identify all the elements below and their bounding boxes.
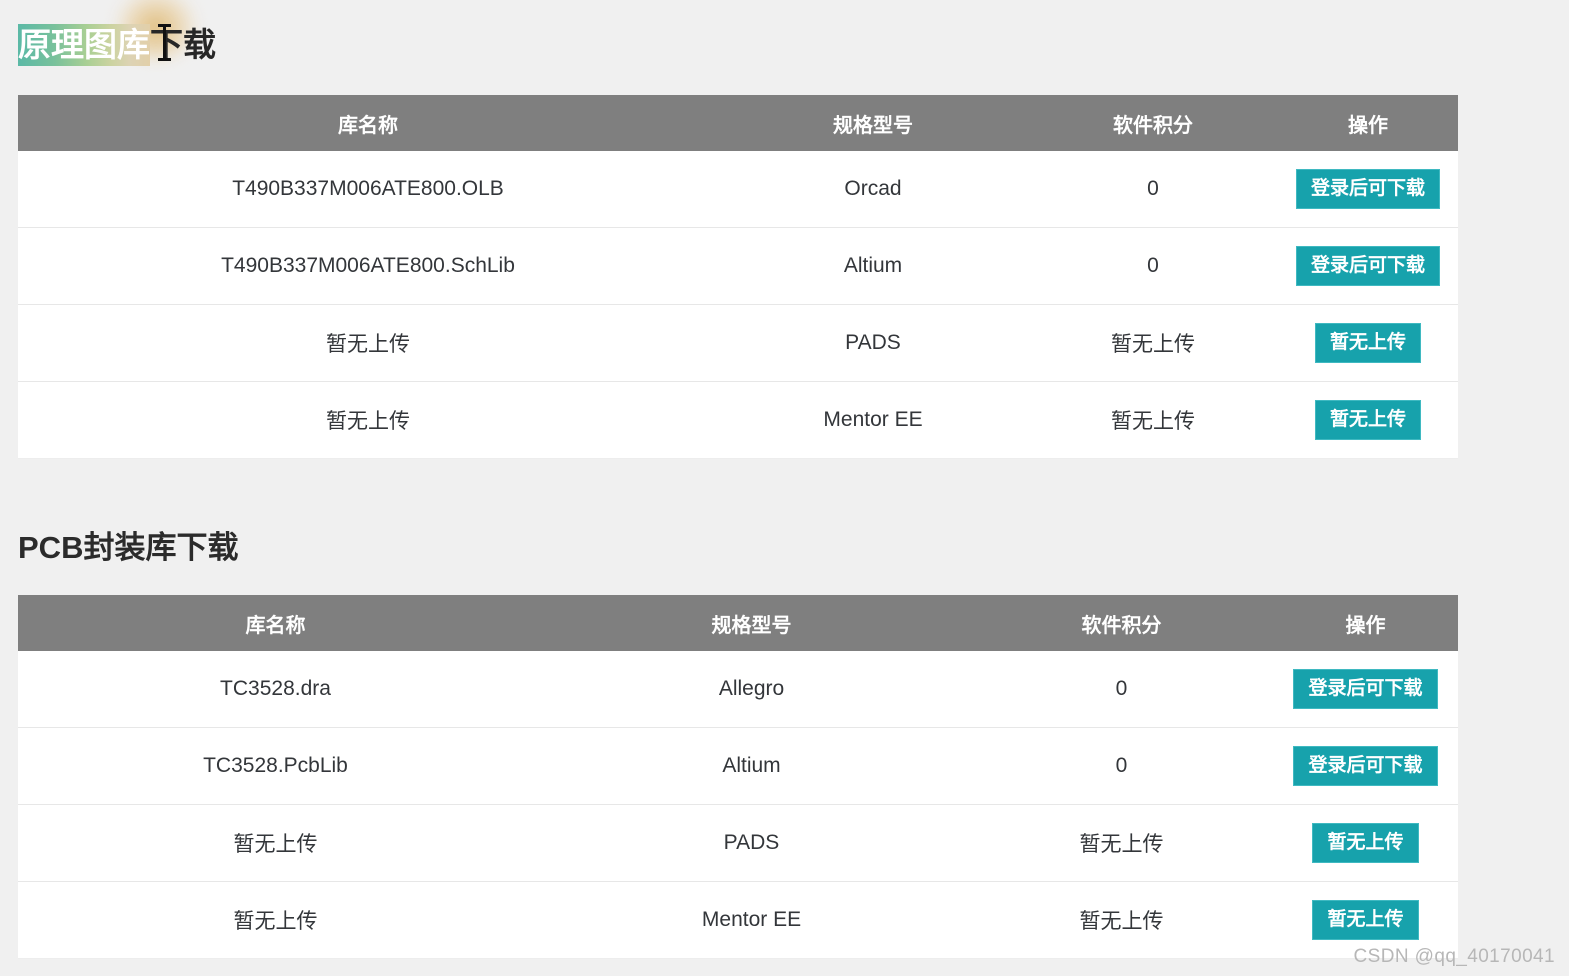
download-button[interactable]: 登录后可下载: [1293, 669, 1438, 709]
table-header-row: 库名称 规格型号 软件积分 操作: [18, 595, 1458, 651]
column-header-software-points: 软件积分: [970, 595, 1273, 651]
cell-library-name: 暂无上传: [18, 381, 718, 459]
no-upload-button[interactable]: 暂无上传: [1312, 900, 1419, 940]
cell-software-points: 0: [970, 651, 1273, 728]
schematic-library-table-card: 库名称 规格型号 软件积分 操作 T490B337M006ATE800.OLB …: [18, 95, 1458, 459]
cell-software-points: 暂无上传: [970, 804, 1273, 882]
column-header-action: 操作: [1273, 595, 1458, 651]
table-body: T490B337M006ATE800.OLB Orcad 0 登录后可下载 T4…: [18, 151, 1458, 459]
cell-spec-model: Altium: [533, 727, 970, 805]
download-button[interactable]: 登录后可下载: [1295, 169, 1441, 209]
column-header-spec-model: 规格型号: [533, 595, 970, 651]
no-upload-button[interactable]: 暂无上传: [1314, 323, 1422, 363]
table-row: TC3528.PcbLib Altium 0 登录后可下载: [18, 727, 1458, 805]
table-row: TC3528.dra Allegro 0 登录后可下载: [18, 651, 1458, 728]
cell-spec-model: Mentor EE: [718, 381, 1028, 459]
cell-software-points: 0: [1028, 227, 1278, 305]
page-title-rest-text: 下载: [150, 25, 216, 63]
cell-action: 暂无上传: [1278, 381, 1458, 459]
table-header: 库名称 规格型号 软件积分 操作: [18, 595, 1458, 651]
cell-software-points: 0: [970, 727, 1273, 805]
column-header-action: 操作: [1278, 95, 1458, 151]
cell-spec-model: PADS: [533, 804, 970, 882]
cell-software-points: 0: [1028, 151, 1278, 228]
cell-software-points: 暂无上传: [1028, 381, 1278, 459]
cell-spec-model: PADS: [718, 304, 1028, 382]
cell-software-points: 暂无上传: [1028, 304, 1278, 382]
table-row: T490B337M006ATE800.SchLib Altium 0 登录后可下…: [18, 227, 1458, 305]
cell-software-points: 暂无上传: [970, 881, 1273, 959]
cell-spec-model: Altium: [718, 227, 1028, 305]
page-title-selected-text: 原理图库: [18, 23, 150, 66]
pcb-footprint-library-table-card: 库名称 规格型号 软件积分 操作 TC3528.dra Allegro 0 登录…: [18, 595, 1458, 959]
pcb-footprint-library-table: 库名称 规格型号 软件积分 操作 TC3528.dra Allegro 0 登录…: [18, 595, 1458, 959]
cell-library-name: T490B337M006ATE800.SchLib: [18, 227, 718, 305]
cell-spec-model: Mentor EE: [533, 881, 970, 959]
column-header-spec-model: 规格型号: [718, 95, 1028, 151]
table-row: 暂无上传 PADS 暂无上传 暂无上传: [18, 304, 1458, 382]
column-header-software-points: 软件积分: [1028, 95, 1278, 151]
cell-action: 登录后可下载: [1278, 227, 1458, 305]
cell-action: 暂无上传: [1278, 304, 1458, 382]
download-button[interactable]: 登录后可下载: [1293, 746, 1438, 786]
table-row: 暂无上传 PADS 暂无上传 暂无上传: [18, 804, 1458, 882]
column-header-library-name: 库名称: [18, 595, 533, 651]
table-body: TC3528.dra Allegro 0 登录后可下载 TC3528.PcbLi…: [18, 651, 1458, 959]
cell-library-name: 暂无上传: [18, 881, 533, 959]
cell-library-name: T490B337M006ATE800.OLB: [18, 151, 718, 228]
table-header-row: 库名称 规格型号 软件积分 操作: [18, 95, 1458, 151]
page-title: 原理图库下载: [18, 23, 216, 66]
table-row: 暂无上传 Mentor EE 暂无上传 暂无上传: [18, 881, 1458, 959]
download-button[interactable]: 登录后可下载: [1295, 246, 1441, 286]
cell-spec-model: Orcad: [718, 151, 1028, 228]
cell-action: 登录后可下载: [1273, 651, 1458, 728]
schematic-library-table: 库名称 规格型号 软件积分 操作 T490B337M006ATE800.OLB …: [18, 95, 1458, 459]
page-root: 原理图库下载 库名称 规格型号 软件积分 操作 T490B337M006ATE8…: [0, 0, 1569, 976]
no-upload-button[interactable]: 暂无上传: [1312, 823, 1419, 863]
cell-action: 登录后可下载: [1278, 151, 1458, 228]
cell-action: 暂无上传: [1273, 804, 1458, 882]
cell-action: 登录后可下载: [1273, 727, 1458, 805]
schematic-library-title: 原理图库下载: [18, 0, 216, 70]
column-header-library-name: 库名称: [18, 95, 718, 151]
cell-library-name: TC3528.PcbLib: [18, 727, 533, 805]
cell-library-name: 暂无上传: [18, 304, 718, 382]
cell-library-name: 暂无上传: [18, 804, 533, 882]
watermark: CSDN @qq_40170041: [1353, 946, 1555, 967]
cell-spec-model: Allegro: [533, 651, 970, 728]
table-header: 库名称 规格型号 软件积分 操作: [18, 95, 1458, 151]
cell-library-name: TC3528.dra: [18, 651, 533, 728]
pcb-footprint-library-heading: PCB封装库下载: [18, 530, 239, 565]
no-upload-button[interactable]: 暂无上传: [1314, 400, 1422, 440]
table-row: 暂无上传 Mentor EE 暂无上传 暂无上传: [18, 381, 1458, 459]
table-row: T490B337M006ATE800.OLB Orcad 0 登录后可下载: [18, 151, 1458, 228]
